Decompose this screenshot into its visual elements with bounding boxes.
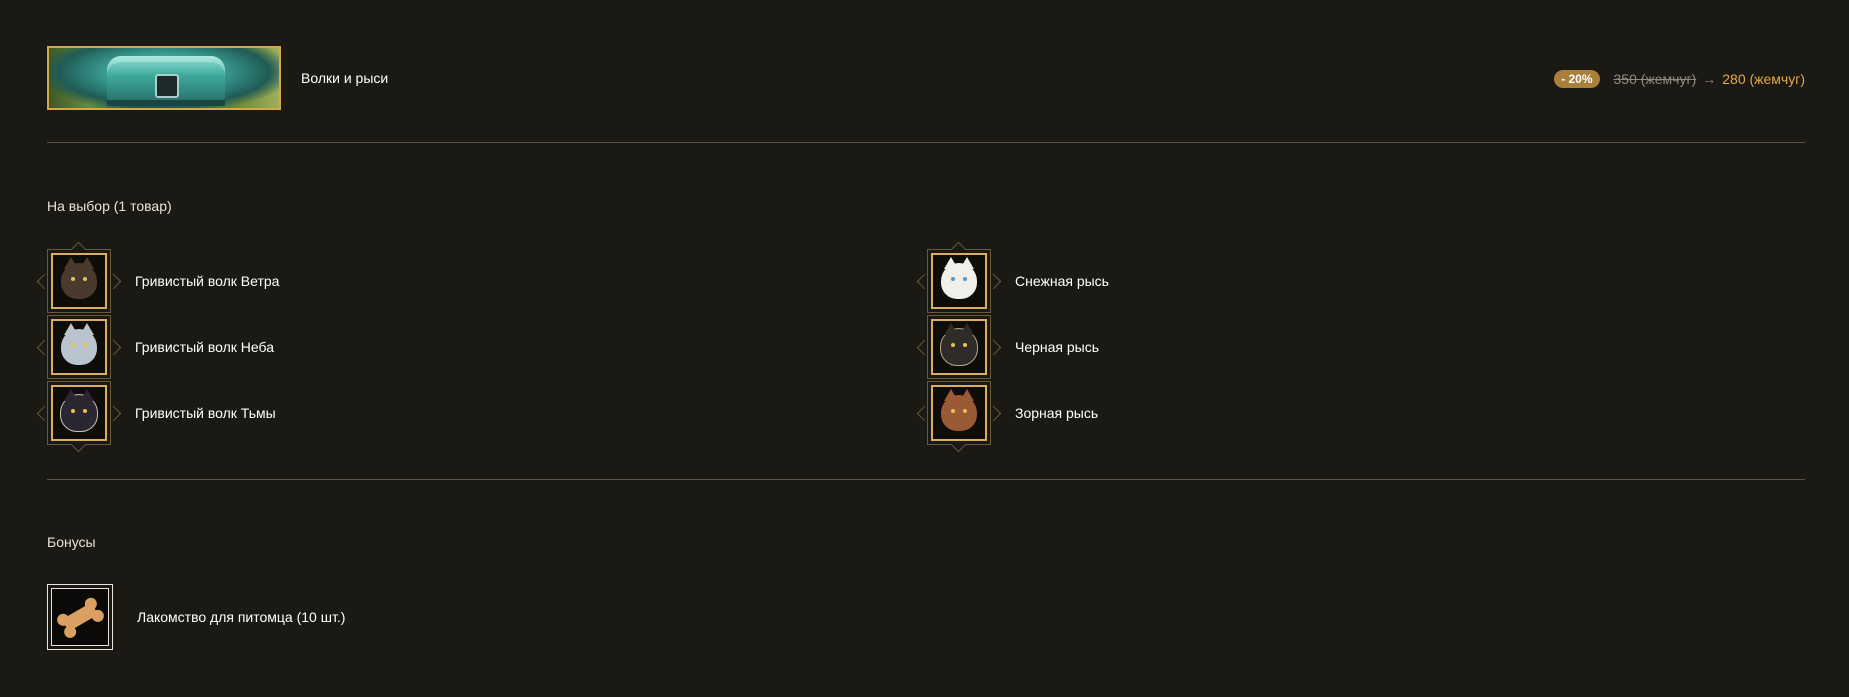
item-label: Гривистый волк Неба — [135, 339, 275, 355]
divider — [47, 142, 1805, 143]
frame-corner — [105, 339, 122, 356]
lynx-icon — [941, 257, 977, 299]
lock-icon — [155, 74, 179, 98]
icon-slot — [51, 385, 107, 441]
choice-item-dawn-lynx[interactable]: Зорная рысь — [916, 380, 1099, 453]
new-price: 280 (жемчуг) — [1722, 71, 1805, 87]
eye — [963, 343, 967, 347]
lynx-icon — [940, 323, 978, 366]
choice-section-title: На выбор (1 товар) — [47, 198, 172, 214]
eye — [951, 343, 955, 347]
icon-slot — [931, 319, 987, 375]
choice-item-snow-lynx[interactable]: Снежная рысь — [916, 241, 1109, 314]
item-frame — [916, 241, 1002, 313]
frame-corner — [105, 405, 122, 422]
ear — [80, 389, 94, 401]
bonuses-section-title: Бонусы — [47, 534, 96, 550]
choice-item-wind-wolf[interactable]: Гривистый волк Ветра — [36, 241, 280, 314]
frame-corner — [985, 405, 1002, 422]
eye — [71, 277, 75, 281]
frame-corner — [105, 273, 122, 290]
ear — [64, 323, 78, 335]
frame-corner — [36, 339, 53, 356]
divider — [47, 479, 1805, 480]
frame-corner — [36, 405, 53, 422]
ear — [80, 257, 94, 269]
ear — [960, 257, 974, 269]
choice-item-dark-wolf[interactable]: Гривистый волк Тьмы — [36, 380, 276, 453]
chest-icon — [107, 56, 225, 106]
item-frame — [36, 241, 122, 313]
pack-title: Волки и рыси — [301, 70, 389, 86]
item-frame — [916, 315, 1002, 379]
eye — [71, 409, 75, 413]
eye — [83, 277, 87, 281]
frame-corner — [916, 273, 933, 290]
discount-badge: - 20% — [1554, 70, 1600, 88]
item-label: Гривистый волк Ветра — [135, 273, 280, 289]
item-frame — [36, 381, 122, 453]
price-block: - 20% 350 (жемчуг) → 280 (жемчуг) — [1554, 70, 1805, 88]
ear — [944, 389, 958, 401]
frame-corner — [985, 273, 1002, 290]
item-label: Гривистый волк Тьмы — [135, 405, 276, 421]
choice-item-black-lynx[interactable]: Черная рысь — [916, 314, 1100, 380]
eye — [951, 277, 955, 281]
frame-corner — [916, 405, 933, 422]
item-label: Зорная рысь — [1015, 405, 1099, 421]
bonus-frame — [47, 584, 113, 650]
bonus-item-pet-treat[interactable]: Лакомство для питомца (10 шт.) — [47, 584, 345, 650]
ear — [80, 323, 94, 335]
wolf-icon — [60, 389, 98, 432]
eye — [83, 343, 87, 347]
item-frame — [36, 315, 122, 379]
wolf-icon — [61, 323, 97, 365]
lynx-icon — [941, 389, 977, 431]
item-label: Лакомство для питомца (10 шт.) — [137, 609, 346, 625]
wolf-icon — [61, 257, 97, 299]
eye — [963, 409, 967, 413]
ear — [944, 323, 958, 335]
item-frame — [916, 381, 1002, 453]
eye — [951, 409, 955, 413]
icon-slot — [51, 319, 107, 375]
eye — [83, 409, 87, 413]
item-label: Черная рысь — [1015, 339, 1100, 355]
ear — [944, 257, 958, 269]
arrow-icon: → — [1702, 71, 1717, 87]
icon-slot — [931, 385, 987, 441]
ear — [64, 257, 78, 269]
eye — [71, 343, 75, 347]
eye — [963, 277, 967, 281]
ear — [64, 389, 78, 401]
frame-corner — [916, 339, 933, 356]
ear — [960, 389, 974, 401]
item-label: Снежная рысь — [1015, 273, 1109, 289]
icon-slot — [51, 588, 109, 646]
bone-icon — [61, 602, 99, 632]
icon-slot — [51, 253, 107, 309]
pack-header: Волки и рыси - 20% 350 (жемчуг) → 280 (ж… — [47, 46, 1805, 110]
choice-item-sky-wolf[interactable]: Гривистый волк Неба — [36, 314, 275, 380]
old-price: 350 (жемчуг) — [1613, 71, 1697, 87]
frame-corner — [985, 339, 1002, 356]
frame-corner — [36, 273, 53, 290]
icon-slot — [931, 253, 987, 309]
pack-banner-image — [47, 46, 281, 110]
ear — [960, 323, 974, 335]
